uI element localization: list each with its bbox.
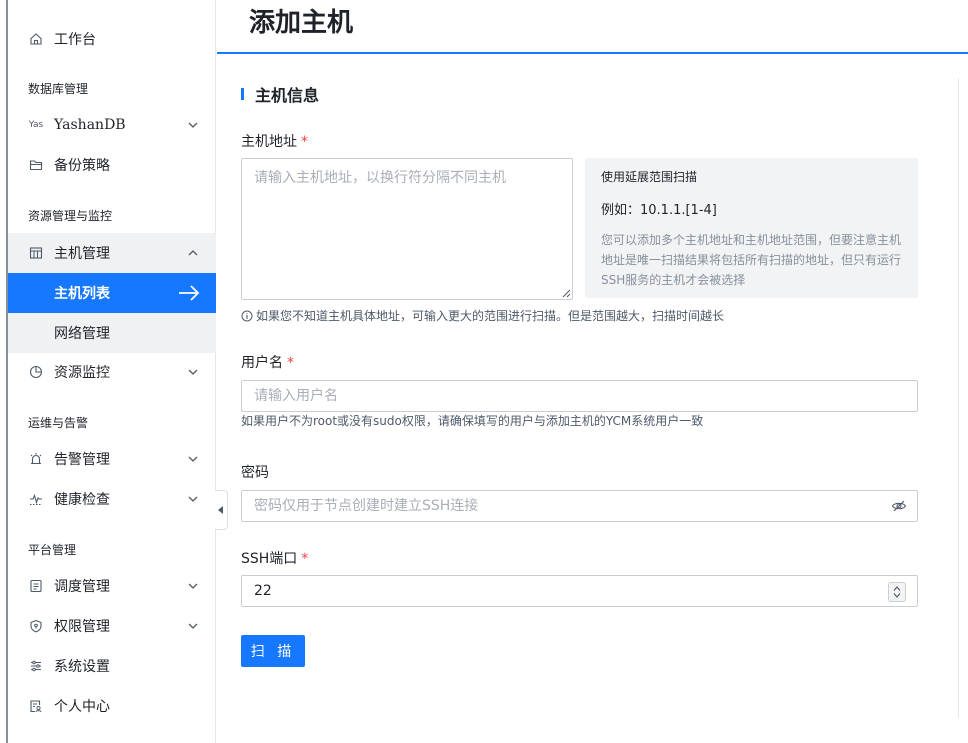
required-mark: * <box>301 134 308 150</box>
group-title-database: 数据库管理 <box>28 82 89 96</box>
chevron-down-icon <box>188 122 198 128</box>
hint-description: 您可以添加多个主机地址和主机地址范围，但要注意主机地址是唯一扫描结果将包括所有扫… <box>601 233 902 287</box>
sidebar-item-personal-center[interactable]: 个人中心 <box>8 686 216 726</box>
sidebar-item-system-settings[interactable]: 系统设置 <box>8 646 216 686</box>
sliders-icon <box>28 658 44 674</box>
scan-button[interactable]: 扫 描 <box>241 635 305 667</box>
chevron-up-icon <box>188 250 198 256</box>
chevron-up-icon[interactable] <box>893 586 901 591</box>
user-card-icon <box>28 698 44 714</box>
yashandb-icon: Yas <box>28 120 44 130</box>
username-input[interactable] <box>241 380 918 412</box>
sidebar-item-permission-mgmt[interactable]: 权限管理 <box>8 606 216 646</box>
group-title-platform: 平台管理 <box>28 543 77 557</box>
sidebar-item-label: YashanDB <box>54 117 126 133</box>
add-host-form: 主机信息 主机地址* 使用延展范围扫描 例如：10.1.1.[1-4] 您可以添… <box>217 54 968 743</box>
sidebar-item-label: 系统设置 <box>54 659 110 675</box>
server-grid-icon <box>28 245 44 261</box>
sidebar-item-resource-monitor[interactable]: 资源监控 <box>8 352 216 392</box>
host-address-textarea[interactable] <box>241 158 573 300</box>
eye-off-icon[interactable] <box>891 498 907 514</box>
sidebar-item-schedule-mgmt[interactable]: 调度管理 <box>8 566 216 606</box>
sidebar-item-alert-mgmt[interactable]: 告警管理 <box>8 439 216 479</box>
alarm-light-icon <box>28 451 44 467</box>
scrollbar-track <box>958 78 959 718</box>
sidebar-item-label: 备份策略 <box>54 158 110 174</box>
folder-icon <box>28 157 44 173</box>
port-stepper[interactable] <box>888 582 906 602</box>
sidebar-item-label: 健康检查 <box>54 492 110 508</box>
section-accent-bar <box>241 88 244 100</box>
chevron-down-icon <box>188 456 198 462</box>
chevron-down-icon <box>188 623 198 629</box>
group-title-resource: 资源管理与监控 <box>28 209 113 223</box>
sidebar-item-label: 主机列表 <box>54 286 110 302</box>
resize-grip-icon[interactable] <box>561 288 571 298</box>
info-icon <box>241 310 253 321</box>
sidebar-item-label: 个人中心 <box>54 699 110 715</box>
extended-range-hint: 使用延展范围扫描 例如：10.1.1.[1-4] 您可以添加多个主机地址和主机地… <box>585 158 918 298</box>
required-mark: * <box>287 355 294 371</box>
sidebar-item-host-list[interactable]: 主机列表 <box>8 273 216 313</box>
group-title-ops: 运维与告警 <box>28 416 89 430</box>
password-label-text: 密码 <box>241 465 269 481</box>
sidebar-item-label: 网络管理 <box>54 326 110 342</box>
sidebar-item-label: 工作台 <box>54 32 96 48</box>
sidebar-item-workbench[interactable]: 工作台 <box>8 19 216 59</box>
heartbeat-icon <box>28 491 44 507</box>
home-icon <box>28 31 44 47</box>
sidebar-item-label: 主机管理 <box>54 246 110 262</box>
section-title-text: 主机信息 <box>255 86 320 105</box>
ssh-port-label: SSH端口 * <box>241 548 308 568</box>
sidebar-item-label: 资源监控 <box>54 365 110 381</box>
sidebar-item-network-mgmt[interactable]: 网络管理 <box>8 313 216 353</box>
required-mark: * <box>301 551 309 567</box>
arrow-right-icon <box>179 285 200 301</box>
ssh-port-input[interactable] <box>241 575 918 607</box>
page-header: 添加主机 <box>217 0 968 54</box>
username-help: 如果用户不为root或没有sudo权限，请确保填写的用户与添加主机的YCM系统用… <box>241 414 704 428</box>
chevron-down-icon <box>188 496 198 502</box>
host-address-label-text: 主机地址 <box>241 134 297 150</box>
sidebar-item-label: 权限管理 <box>54 619 110 635</box>
sidebar-item-host-mgmt[interactable]: 主机管理 <box>8 233 216 273</box>
sidebar-item-yashandb[interactable]: Yas YashanDB <box>8 105 216 145</box>
sidebar-item-label: 告警管理 <box>54 452 110 468</box>
chevron-down-icon[interactable] <box>893 593 901 598</box>
username-label-text: 用户名 <box>241 355 283 371</box>
sidebar-item-backup[interactable]: 备份策略 <box>8 145 216 185</box>
host-address-tip-text: 如果您不知道主机具体地址，可输入更大的范围进行扫描。但是范围越大，扫描时间越长 <box>256 309 725 323</box>
ssh-port-label-text: SSH端口 <box>241 551 298 567</box>
pie-chart-icon <box>28 364 44 380</box>
chevron-down-icon <box>188 583 198 589</box>
host-address-label: 主机地址 * <box>241 131 308 151</box>
schedule-doc-icon <box>28 578 44 594</box>
sidebar-item-health-check[interactable]: 健康检查 <box>8 479 216 519</box>
page-title: 添加主机 <box>249 8 354 38</box>
section-title: 主机信息 <box>241 82 319 106</box>
host-address-tip: 如果您不知道主机具体地址，可输入更大的范围进行扫描。但是范围越大，扫描时间越长 <box>241 307 724 324</box>
password-input[interactable] <box>241 490 918 522</box>
sidebar: 工作台 数据库管理 Yas YashanDB 备份策略 资源管理与监控 主机管理… <box>8 0 216 743</box>
chevron-down-icon <box>188 369 198 375</box>
shield-icon <box>28 618 44 634</box>
username-label: 用户名 * <box>241 352 294 372</box>
hint-title: 使用延展范围扫描 <box>601 170 698 184</box>
window-edge <box>0 0 8 743</box>
password-label: 密码 <box>241 462 269 482</box>
sidebar-item-label: 调度管理 <box>54 579 110 595</box>
hint-example: 例如：10.1.1.[1-4] <box>601 203 717 218</box>
